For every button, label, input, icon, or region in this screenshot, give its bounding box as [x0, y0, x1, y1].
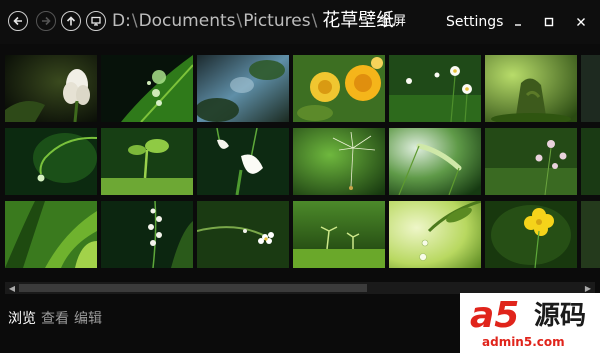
- tab-browse[interactable]: 浏览: [8, 309, 36, 329]
- tab-edit[interactable]: 编辑: [74, 309, 102, 329]
- thumbnail-image: [293, 201, 385, 268]
- thumbnail-white-flower-bud[interactable]: [5, 55, 97, 122]
- thumbnail-grid: [0, 55, 600, 273]
- close-icon: [577, 18, 585, 26]
- thumbnail-lily-of-the-valley[interactable]: [101, 201, 193, 268]
- thumbnail-yellow-roses[interactable]: [293, 55, 385, 122]
- thumbnail-moss-sprouts[interactable]: [293, 201, 385, 268]
- thumbnail-white-daisies[interactable]: [389, 55, 481, 122]
- forward-button[interactable]: [36, 11, 56, 31]
- view-mode-button[interactable]: [86, 11, 106, 31]
- back-button[interactable]: [8, 11, 28, 31]
- settings-button[interactable]: Settings: [446, 12, 503, 32]
- thumbnail-image: [389, 128, 481, 195]
- thumbnail-image: [293, 55, 385, 122]
- monitor-icon: [91, 16, 101, 26]
- thumbnail-dark-edge[interactable]: [581, 55, 600, 122]
- path-separator: \: [131, 11, 138, 31]
- scroll-left-arrow-icon[interactable]: ◀: [5, 282, 19, 294]
- thumbnail-image: [581, 55, 600, 122]
- thumbnail-image: [197, 55, 289, 122]
- watermark-logo: a5 源码 admin5.com: [460, 293, 600, 353]
- thumbnail-yellow-buttercup[interactable]: [485, 201, 577, 268]
- close-button[interactable]: [571, 12, 591, 32]
- thumbnail-image: [5, 128, 97, 195]
- thumbnail-dandelion-seed[interactable]: [293, 128, 385, 195]
- thumbnail-image: [101, 201, 193, 268]
- thumbnail-pink-small-flowers[interactable]: [485, 128, 577, 195]
- thumbnail-image: [5, 201, 97, 268]
- thumbnail-dark-edge[interactable]: [581, 201, 600, 268]
- path-segment-drive[interactable]: D:: [112, 11, 131, 31]
- minimize-button[interactable]: [508, 12, 528, 32]
- thumbnail-image: [581, 201, 600, 268]
- thumbnail-image: [581, 128, 600, 195]
- maximize-button[interactable]: [539, 12, 559, 32]
- thumbnail-sprout-seedling[interactable]: [101, 128, 193, 195]
- thumbnail-blurred-leaves-blue[interactable]: [197, 55, 289, 122]
- watermark-a5-text: a5: [470, 295, 520, 336]
- scrollbar-thumb[interactable]: [19, 284, 367, 292]
- path-segment-documents[interactable]: Documents: [139, 11, 236, 31]
- watermark-cn-text: 源码: [534, 301, 587, 331]
- minimize-icon: [515, 24, 521, 26]
- back-arrow-icon: [13, 16, 22, 26]
- thumbnail-tree-stump-green[interactable]: [485, 55, 577, 122]
- thumbnail-image: [485, 55, 577, 122]
- thumbnail-image: [389, 55, 481, 122]
- thumbnail-snowdrop-bells[interactable]: [197, 128, 289, 195]
- up-button[interactable]: [61, 11, 81, 31]
- up-arrow-icon: [66, 16, 76, 26]
- thumbnail-grass-seed-head[interactable]: [389, 128, 481, 195]
- forward-arrow-icon: [42, 16, 51, 26]
- thumbnail-bent-stem-drop[interactable]: [5, 128, 97, 195]
- address-path[interactable]: D:\Documents\Pictures\ 花草壁纸: [112, 9, 394, 33]
- thumbnail-image: [5, 55, 97, 122]
- path-separator: \: [236, 11, 243, 31]
- tab-view[interactable]: 查看: [41, 309, 69, 329]
- fullscreen-button[interactable]: 全屏: [380, 13, 406, 31]
- maximize-icon: [544, 17, 554, 27]
- thumbnail-green-grass-blades[interactable]: [5, 201, 97, 268]
- thumbnail-image: [389, 201, 481, 268]
- bottom-tab-bar: 浏览 查看 编辑: [8, 309, 102, 329]
- path-segment-pictures[interactable]: Pictures: [243, 11, 310, 31]
- thumbnail-image: [101, 55, 193, 122]
- thumbnail-image: [197, 201, 289, 268]
- thumbnail-image: [101, 128, 193, 195]
- thumbnail-leaf-water-drops[interactable]: [389, 201, 481, 268]
- thumbnail-water-droplets-on-leaf[interactable]: [101, 55, 193, 122]
- thumbnail-white-flower-branch[interactable]: [197, 201, 289, 268]
- thumbnail-image: [293, 128, 385, 195]
- thumbnail-image: [485, 201, 577, 268]
- title-bar: D:\Documents\Pictures\ 花草壁纸 全屏 Settings: [0, 0, 600, 44]
- thumbnail-image: [197, 128, 289, 195]
- thumbnail-dark-edge[interactable]: [581, 128, 600, 195]
- path-separator: \: [311, 11, 318, 31]
- watermark-url: admin5.com: [482, 335, 565, 349]
- thumbnail-image: [485, 128, 577, 195]
